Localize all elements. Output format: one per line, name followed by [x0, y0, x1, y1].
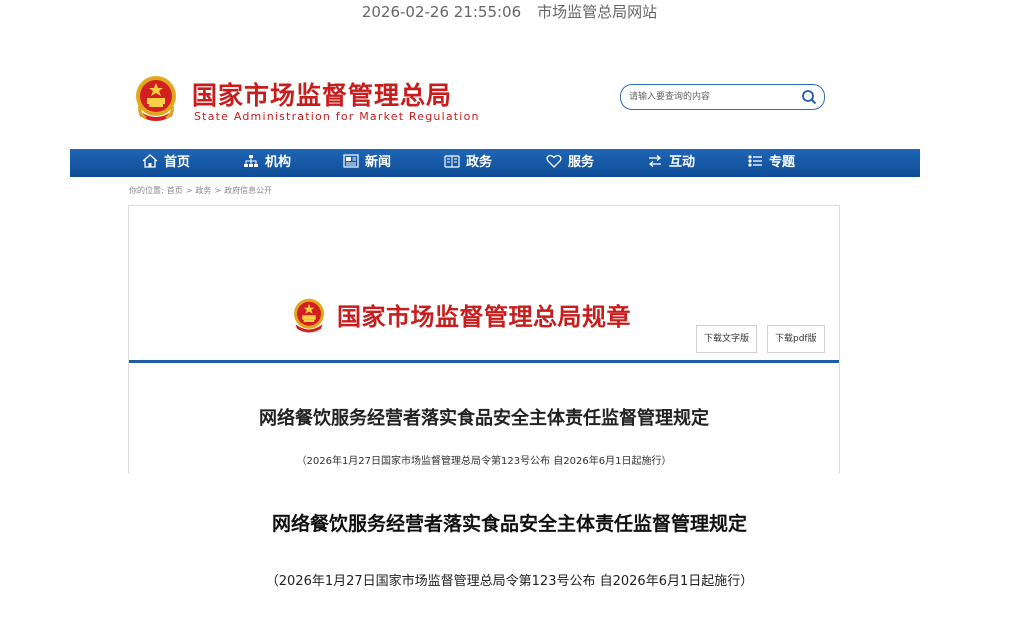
document-title: 网络餐饮服务经营者落实食品安全主体责任监督管理规定	[259, 408, 709, 429]
header-divider	[129, 360, 839, 363]
breadcrumb: 你的位置: 首页 > 政务 > 政府信息公开	[129, 185, 275, 196]
nav-label-news: 新闻	[365, 155, 392, 170]
nav-item-topics[interactable]: 专题	[747, 149, 795, 177]
nav-item-org[interactable]: 机构	[243, 149, 291, 177]
org-chart-icon	[244, 155, 258, 167]
search-icon[interactable]	[800, 88, 818, 106]
document-subtitle: （2026年1月27日国家市场监督管理总局令第123号公布 自2026年6月1日…	[296, 456, 672, 467]
article-title: 网络餐饮服务经营者落实食品安全主体责任监督管理规定	[271, 513, 747, 535]
page-meta: 2026-02-26 21:55:06 市场监管总局网站	[0, 0, 1019, 24]
download-pdf-button[interactable]: 下载pdf版	[767, 325, 825, 353]
breadcrumb-separator: >	[185, 186, 193, 195]
download-text-button[interactable]: 下载文字版	[696, 325, 758, 353]
nav-label-org: 机构	[265, 155, 292, 170]
nav-item-home[interactable]: 首页	[142, 149, 190, 177]
search-input[interactable]	[629, 88, 789, 106]
breadcrumb-separator: >	[214, 186, 222, 195]
logo-title-cn: 国家市场监督管理总局	[192, 81, 453, 110]
home-icon	[142, 154, 158, 168]
topic-icon	[748, 155, 762, 167]
nav-item-service[interactable]: 服务	[546, 149, 594, 177]
news-icon	[343, 154, 359, 168]
breadcrumb-affairs[interactable]: 政务	[195, 186, 211, 195]
nav-label-topics: 专题	[769, 155, 796, 170]
nav-label-service: 服务	[568, 155, 595, 170]
nav-label-interact: 互动	[669, 155, 696, 170]
affairs-icon	[444, 155, 460, 168]
timestamp: 2026-02-26 21:55:06	[361, 3, 522, 21]
logo-title-en: State Administration for Market Regulati…	[194, 110, 480, 123]
swap-arrows-icon	[648, 155, 662, 167]
heart-icon	[546, 154, 562, 168]
national-emblem-icon	[294, 298, 324, 333]
breadcrumb-home[interactable]: 首页	[167, 186, 183, 195]
regulation-header-title: 国家市场监督管理总局规章	[337, 302, 631, 331]
nav-label-affairs: 政务	[466, 155, 493, 170]
breadcrumb-gov-info[interactable]: 政府信息公开	[224, 186, 272, 195]
search-box	[620, 84, 825, 110]
breadcrumb-prefix: 你的位置:	[129, 186, 164, 195]
regulation-document: 国家市场监督管理总局规章 下载文字版 下载pdf版 网络餐饮服务经营者落实食品安…	[128, 205, 840, 474]
nav-item-affairs[interactable]: 政务	[444, 149, 492, 177]
nav-label-home: 首页	[164, 155, 191, 170]
national-emblem-icon	[136, 76, 176, 121]
site-logo[interactable]: 国家市场监督管理总局 State Administration for Mark…	[132, 74, 478, 128]
nav-item-news[interactable]: 新闻	[343, 149, 391, 177]
main-nav: 首页 机构 新闻 政务 服务 互动 专题	[70, 149, 920, 177]
source-site: 市场监管总局网站	[537, 3, 658, 21]
nav-item-interact[interactable]: 互动	[647, 149, 695, 177]
article-subtitle: （2026年1月27日国家市场监督管理总局令第123号公布 自2026年6月1日…	[265, 574, 754, 589]
